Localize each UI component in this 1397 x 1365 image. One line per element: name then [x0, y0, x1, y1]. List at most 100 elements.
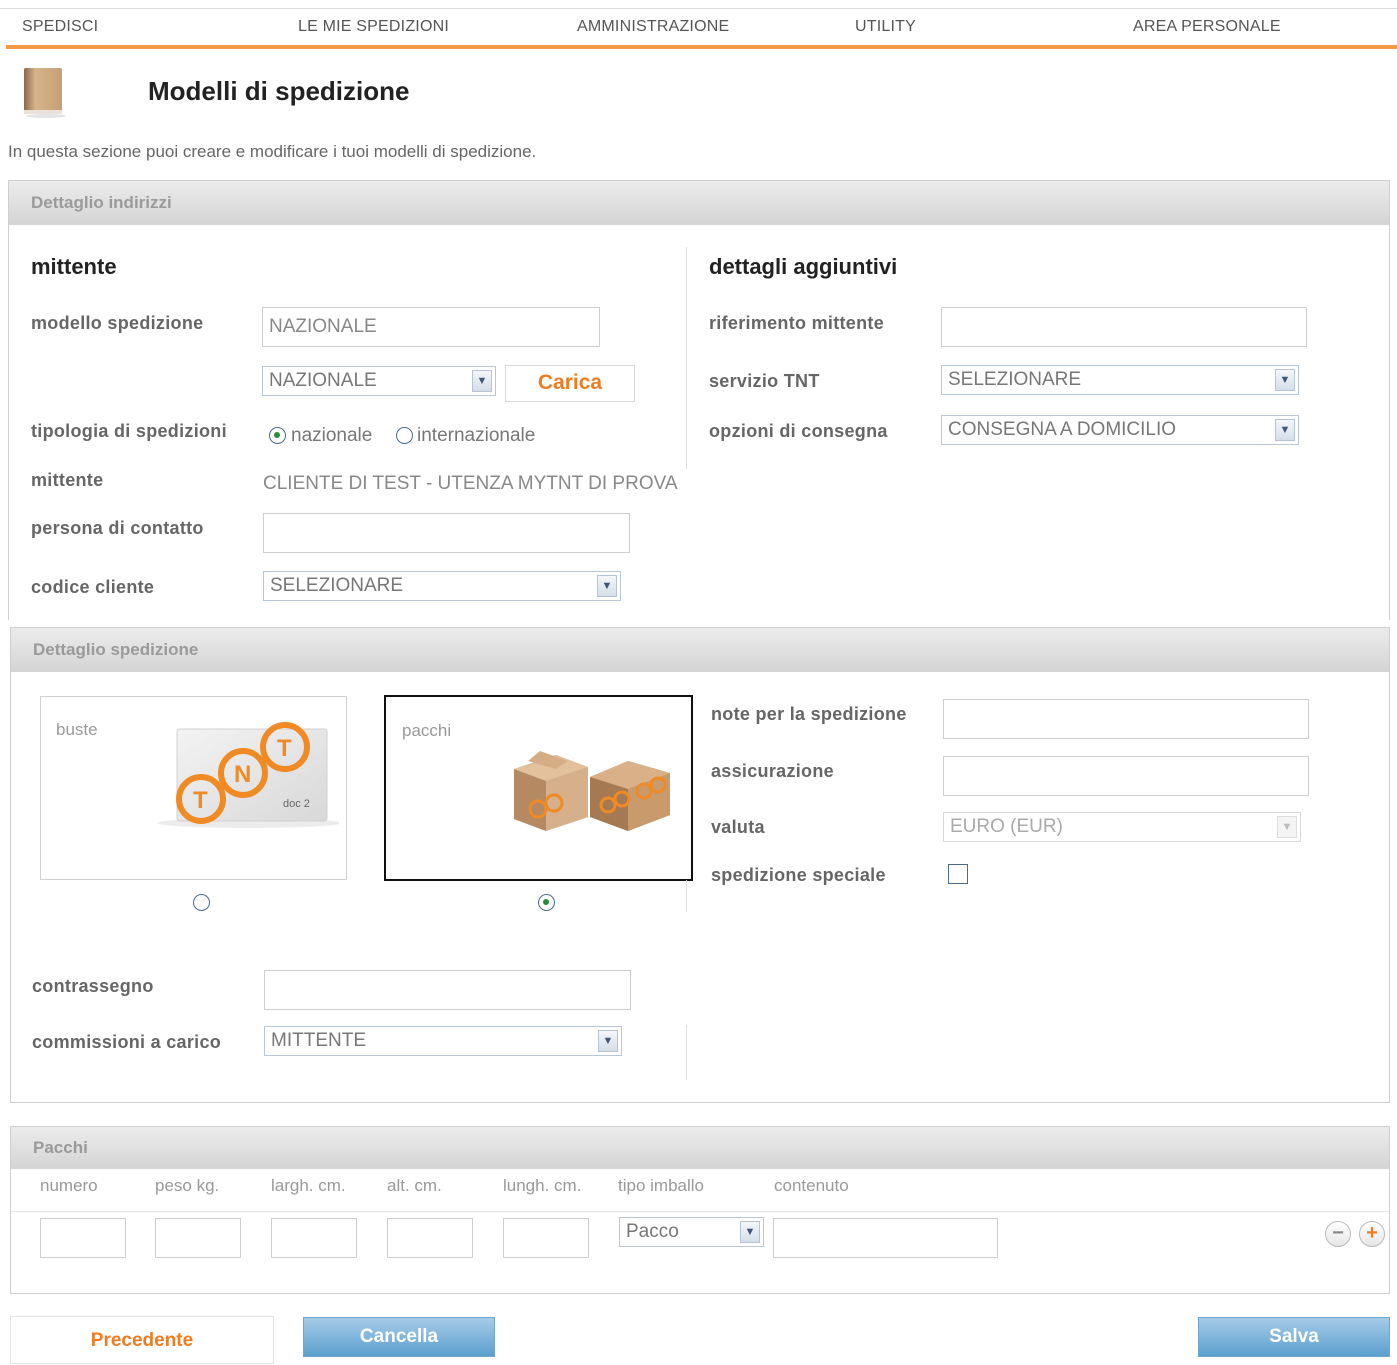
opzioni-select-value: CONSEGNA A DOMICILIO	[948, 419, 1177, 440]
contenuto-input[interactable]	[773, 1218, 998, 1258]
chevron-down-icon: ▼	[1277, 816, 1297, 838]
mittente-label: mittente	[31, 470, 104, 490]
salva-button[interactable]: Salva	[1198, 1317, 1390, 1357]
mittente-value: CLIENTE DI TEST - UTENZA MYTNT DI PROVA	[263, 473, 678, 494]
codice-cliente-select[interactable]: SELEZIONARE ▼	[263, 571, 621, 601]
carica-button[interactable]: Carica	[505, 365, 635, 402]
chevron-down-icon: ▼	[598, 1030, 618, 1052]
boxes-icon	[514, 751, 670, 831]
spedizione-speciale-checkbox[interactable]	[948, 864, 968, 884]
spedizione-speciale-label: spedizione speciale	[711, 865, 886, 885]
altezza-input[interactable]	[387, 1218, 473, 1258]
logo-doc-text: doc 2	[283, 798, 310, 810]
col-lunghezza: lungh. cm.	[503, 1176, 582, 1195]
radio-internazionale[interactable]	[396, 427, 413, 444]
logo-letter-t1: T	[193, 787, 208, 814]
tipologia-spedizioni-label: tipologia di spedizioni	[31, 421, 227, 441]
mittente-heading: mittente	[31, 254, 117, 279]
modello-spedizione-input[interactable]: NAZIONALE	[262, 307, 600, 347]
top-navigation: SPEDISCI LE MIE SPEDIZIONI AMMINISTRAZIO…	[0, 8, 1397, 52]
col-peso: peso kg.	[155, 1176, 220, 1195]
codice-select-value: SELEZIONARE	[270, 575, 404, 596]
nav-le-mie-spedizioni[interactable]: LE MIE SPEDIZIONI	[298, 18, 449, 36]
col-larghezza: largh. cm.	[271, 1176, 346, 1195]
lunghezza-input[interactable]	[503, 1218, 589, 1258]
numero-input[interactable]	[40, 1218, 126, 1258]
modello-select-value: NAZIONALE	[269, 370, 377, 391]
valuta-select[interactable]: EURO (EUR) ▼	[943, 812, 1301, 842]
contrassegno-label: contrassegno	[32, 976, 154, 996]
nav-area-personale[interactable]: AREA PERSONALE	[1133, 18, 1281, 36]
column-divider	[686, 880, 687, 912]
envelope-tnt-icon: T N T doc 2	[157, 722, 339, 828]
chevron-down-icon: ▼	[597, 575, 617, 597]
note-spedizione-input[interactable]	[943, 699, 1309, 739]
plus-icon: +	[1366, 1222, 1378, 1244]
servizio-tnt-select[interactable]: SELEZIONARE ▼	[941, 365, 1299, 395]
page-description: In questa sezione puoi creare e modifica…	[8, 142, 537, 161]
commissioni-label: commissioni a carico	[32, 1032, 222, 1052]
radio-nazionale-label: nazionale	[291, 425, 373, 446]
persona-contatto-label: persona di contatto	[31, 518, 204, 538]
chevron-down-icon: ▼	[472, 370, 492, 392]
opzioni-consegna-select[interactable]: CONSEGNA A DOMICILIO ▼	[941, 415, 1299, 445]
radio-nazionale[interactable]	[269, 427, 286, 444]
nav-spedisci[interactable]: SPEDISCI	[22, 18, 98, 36]
pacchi-label: pacchi	[402, 721, 452, 740]
cancella-button[interactable]: Cancella	[303, 1317, 495, 1357]
col-altezza: alt. cm.	[387, 1176, 442, 1195]
assicurazione-label: assicurazione	[711, 761, 834, 781]
remove-row-button[interactable]: −	[1325, 1221, 1351, 1247]
shipment-section-title: Dettaglio spedizione	[11, 628, 1389, 672]
logo-letter-n: N	[234, 761, 251, 788]
address-section-title: Dettaglio indirizzi	[9, 181, 1389, 225]
opzioni-consegna-label: opzioni di consegna	[709, 421, 888, 441]
contrassegno-input[interactable]	[264, 970, 631, 1010]
tipo-imballo-select[interactable]: Pacco ▼	[619, 1217, 764, 1247]
page-title: Modelli di spedizione	[148, 76, 410, 106]
logo-letter-t2: T	[277, 735, 292, 762]
col-numero: numero	[40, 1176, 98, 1195]
note-spedizione-label: note per la spedizione	[711, 704, 907, 724]
packages-section: Pacchi	[10, 1126, 1390, 1294]
nav-utility[interactable]: UTILITY	[855, 18, 916, 36]
commissioni-select-value: MITTENTE	[271, 1030, 366, 1051]
dettagli-aggiuntivi-heading: dettagli aggiuntivi	[709, 254, 898, 279]
servizio-tnt-label: servizio TNT	[709, 371, 820, 391]
assicurazione-input[interactable]	[943, 756, 1309, 796]
radio-internazionale-label: internazionale	[417, 425, 536, 446]
book-icon	[24, 68, 66, 118]
radio-buste[interactable]	[193, 894, 210, 911]
add-row-button[interactable]: +	[1359, 1221, 1385, 1247]
packages-header-divider	[11, 1211, 1389, 1212]
peso-input[interactable]	[155, 1218, 241, 1258]
packages-section-title: Pacchi	[11, 1127, 1389, 1169]
modello-spedizione-label: modello spedizione	[31, 313, 204, 333]
pacchi-card[interactable]: pacchi	[384, 695, 693, 881]
buste-card[interactable]: buste T N T doc 2	[40, 696, 347, 880]
larghezza-input[interactable]	[271, 1218, 357, 1258]
address-section: Dettaglio indirizzi	[8, 180, 1390, 620]
persona-contatto-input[interactable]	[263, 513, 630, 553]
column-divider	[686, 247, 687, 469]
chevron-down-icon: ▼	[1275, 419, 1295, 441]
chevron-down-icon: ▼	[740, 1221, 760, 1243]
valuta-select-value: EURO (EUR)	[950, 816, 1063, 837]
riferimento-mittente-label: riferimento mittente	[709, 313, 885, 333]
chevron-down-icon: ▼	[1275, 369, 1295, 391]
riferimento-mittente-input[interactable]	[941, 307, 1307, 347]
nav-accent-bar	[6, 45, 1397, 49]
col-contenuto: contenuto	[774, 1176, 849, 1195]
radio-pacchi[interactable]	[538, 894, 555, 911]
nav-amministrazione[interactable]: AMMINISTRAZIONE	[577, 18, 729, 36]
minus-icon: −	[1332, 1222, 1344, 1244]
column-divider	[686, 1025, 687, 1080]
valuta-label: valuta	[711, 817, 765, 837]
commissioni-select[interactable]: MITTENTE ▼	[264, 1026, 622, 1056]
tipo-select-value: Pacco	[626, 1221, 679, 1242]
col-tipo-imballo: tipo imballo	[618, 1176, 704, 1195]
codice-cliente-label: codice cliente	[31, 577, 155, 597]
buste-label: buste	[56, 720, 98, 739]
precedente-button[interactable]: Precedente	[10, 1316, 274, 1364]
modello-spedizione-select[interactable]: NAZIONALE ▼	[262, 366, 496, 396]
